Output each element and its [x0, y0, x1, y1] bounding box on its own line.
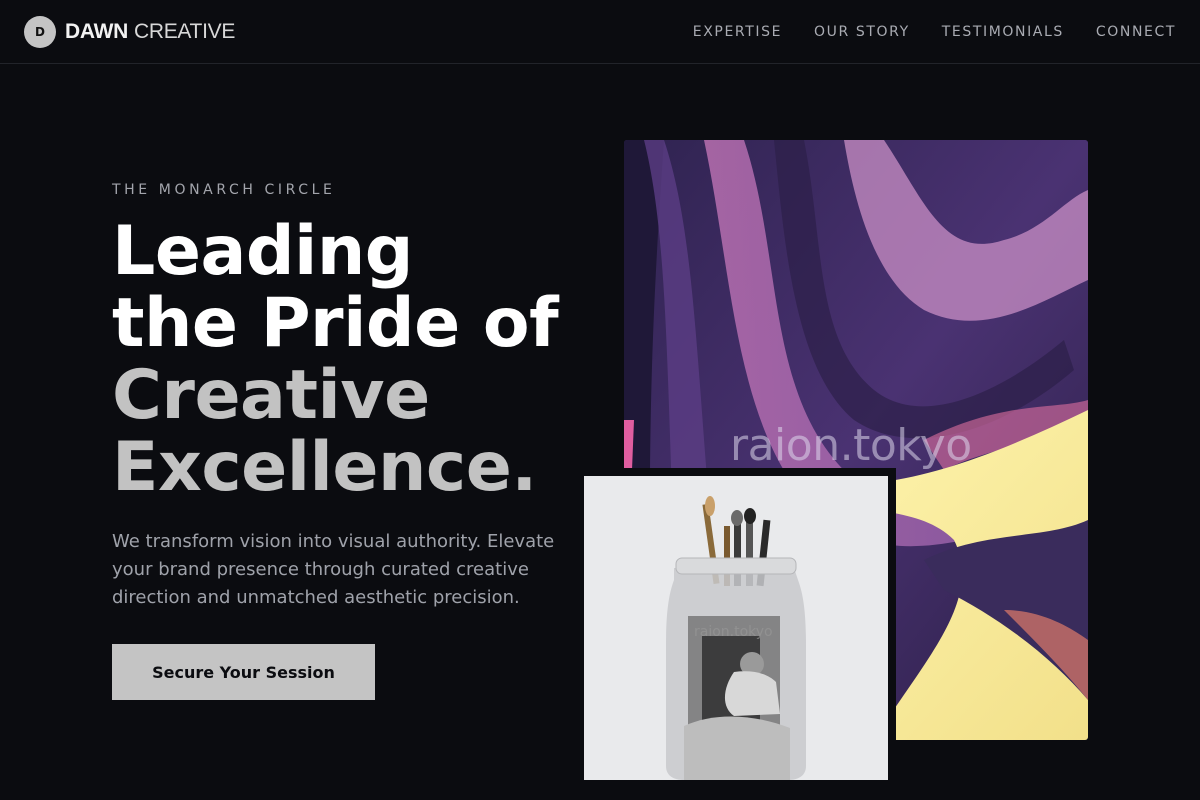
top-navigation: D DAWN CREATIVE EXPERTISE OUR STORY TESTI…: [0, 0, 1200, 64]
nav-link-expertise[interactable]: EXPERTISE: [693, 24, 782, 40]
brand-logo[interactable]: D DAWN CREATIVE: [24, 15, 235, 48]
headline-line-4: Excellence.: [112, 428, 537, 507]
brand-name-light: CREATIVE: [133, 19, 236, 43]
main-image-watermark: raion.tokyo: [730, 420, 972, 471]
logo-badge-icon: D: [24, 15, 56, 48]
nav-link-our-story[interactable]: OUR STORY: [814, 24, 910, 40]
headline-line-1: Leading: [112, 212, 413, 291]
hero-eyebrow: THE MONARCH CIRCLE: [112, 182, 336, 198]
brand-name-strong: DAWN: [65, 19, 128, 43]
nav-links: EXPERTISE OUR STORY TESTIMONIALS CONNECT: [693, 24, 1176, 40]
hero-headline: Leading the Pride of Creative Excellence…: [112, 216, 632, 504]
paintbrush-jar-icon: raion.tokyo: [584, 476, 888, 780]
photo-frame: raion.tokyo: [584, 476, 888, 780]
nav-link-testimonials[interactable]: TESTIMONIALS: [942, 24, 1064, 40]
paintbrush-jar-photo: raion.tokyo: [576, 468, 896, 800]
headline-line-3: Creative: [112, 356, 430, 435]
headline-line-2: the Pride of: [112, 284, 559, 363]
photo-watermark: raion.tokyo: [694, 624, 773, 640]
hero-description: We transform vision into visual authorit…: [112, 531, 555, 608]
secure-session-button[interactable]: Secure Your Session: [112, 644, 375, 700]
nav-link-connect[interactable]: CONNECT: [1096, 24, 1176, 40]
brand-wordmark: DAWN CREATIVE: [65, 20, 235, 44]
